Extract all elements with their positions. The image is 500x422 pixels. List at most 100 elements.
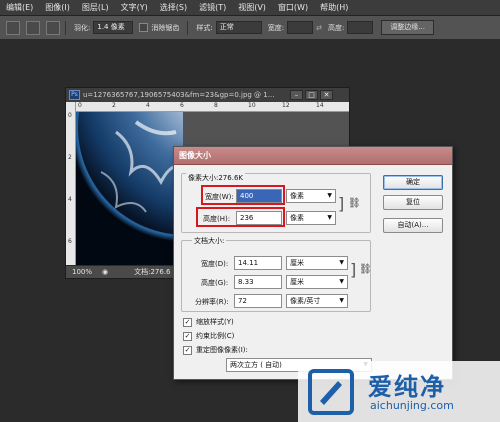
ok-button[interactable]: 确定 [383, 175, 443, 190]
resolution-input[interactable]: 72 [234, 294, 282, 308]
separator [187, 20, 189, 35]
ruler-tick-label: 6 [68, 238, 72, 245]
earth-image [76, 112, 183, 265]
style-select[interactable]: 正常 [215, 21, 262, 34]
separator [65, 20, 66, 35]
resolution-value: 72 [238, 297, 247, 305]
close-icon[interactable]: ✕ [320, 90, 333, 100]
resample-option[interactable]: ✓ 重定图像像素(I): [183, 345, 248, 355]
menu-view[interactable]: 视图(V) [232, 2, 272, 13]
height-unit-select[interactable]: 像素 ▼ [286, 211, 336, 225]
doc-width-unit-select[interactable]: 厘米 ▼ [286, 256, 348, 270]
link-icon: ⛓ [348, 198, 361, 209]
document-size-status: 文档:276.6 [134, 268, 171, 276]
menu-layer[interactable]: 图层(L) [76, 2, 115, 13]
chevron-down-icon: ▼ [327, 192, 332, 199]
link-bracket: ] [350, 260, 357, 279]
link-icon: ⛓ [359, 264, 372, 275]
ruler-tick-label: 0 [68, 112, 72, 119]
reset-button[interactable]: 复位 [383, 195, 443, 210]
doc-width-input[interactable]: 14.11 [234, 256, 282, 270]
menu-filter[interactable]: 滤镜(T) [193, 2, 232, 13]
maximize-icon[interactable]: □ [305, 90, 318, 100]
chevron-down-icon: ▼ [339, 297, 344, 304]
resample-checkbox[interactable]: ✓ [183, 345, 192, 355]
ruler-tick-label: 14 [316, 102, 324, 109]
document-title: u=1276365767,1906575403&fm=23&gp=0.jpg @… [83, 91, 275, 99]
watermark-brand-cn: 爱纯净 [368, 373, 446, 401]
intersect-selection-icon[interactable] [46, 20, 60, 35]
auto-button[interactable]: 自动(A)... [383, 218, 443, 233]
scale-styles-checkbox[interactable]: ✓ [183, 317, 192, 327]
constrain-proportions-option[interactable]: ✓ 约束比例(C) [183, 331, 234, 341]
feather-label: 羽化: [74, 23, 91, 32]
aichunjing-logo-icon [308, 369, 354, 415]
swap-icon[interactable]: ⇄ [316, 24, 322, 32]
style-label: 样式: [196, 23, 213, 32]
minimize-icon[interactable]: – [290, 90, 303, 100]
ruler-tick-label: 4 [68, 196, 72, 203]
zoom-level[interactable]: 100% [72, 268, 102, 276]
image-canvas[interactable] [76, 112, 183, 265]
constrain-proportions-checkbox[interactable]: ✓ [183, 331, 192, 341]
watermark-brand-url: aichunjing.com [370, 399, 454, 412]
doc-width-unit: 厘米 [290, 259, 304, 267]
antialias-label: 消除锯齿 [151, 23, 180, 32]
menu-window[interactable]: 窗口(W) [272, 2, 314, 13]
refine-edge-button[interactable]: 调整边缘... [381, 20, 434, 35]
width-unit: 像素 [290, 192, 304, 200]
ruler-tick-label: 4 [146, 102, 150, 109]
height-highlight-box [196, 207, 285, 227]
height-label: 高度: [327, 23, 345, 32]
link-bracket: ] [338, 194, 345, 213]
watermark: 爱纯净 aichunjing.com [298, 361, 500, 422]
resample-label: 重定图像像素(I): [196, 346, 248, 354]
ruler-tick-label: 8 [214, 102, 218, 109]
width-unit-select[interactable]: 像素 ▼ [286, 189, 336, 203]
chevron-down-icon: ▼ [339, 259, 344, 266]
width-input[interactable] [287, 21, 314, 34]
vertical-ruler: 0 2 4 6 [66, 102, 76, 265]
scale-styles-option[interactable]: ✓ 缩放样式(Y) [183, 317, 234, 327]
photoshop-icon: Ps [69, 90, 80, 100]
ruler-tick-label: 0 [78, 102, 82, 109]
menu-type[interactable]: 文字(Y) [115, 2, 154, 13]
new-selection-icon[interactable] [6, 20, 20, 35]
document-title-bar[interactable]: Ps u=1276365767,1906575403&fm=23&gp=0.jp… [66, 88, 349, 102]
menu-edit[interactable]: 编辑(E) [0, 2, 39, 13]
resolution-unit-select[interactable]: 像素/英寸 ▼ [286, 294, 348, 308]
horizontal-ruler: 0 2 4 6 8 10 12 14 [76, 102, 349, 112]
pixel-dimensions-label: 像素大小:276.6K [186, 173, 245, 183]
width-highlight-box [201, 185, 285, 205]
doc-height-unit-select[interactable]: 厘米 ▼ [286, 275, 348, 289]
resample-method: 两次立方 ( 自动) [230, 361, 282, 369]
ruler-tick-label: 2 [68, 154, 72, 161]
doc-height-input[interactable]: 8.33 [234, 275, 282, 289]
chevron-down-icon: ▼ [327, 214, 332, 221]
status-arrow-icon[interactable]: ◉ [102, 268, 108, 276]
height-input[interactable] [347, 21, 374, 34]
resolution-unit: 像素/英寸 [290, 297, 321, 305]
ruler-tick-label: 2 [112, 102, 116, 109]
add-selection-icon[interactable] [26, 20, 40, 35]
doc-height-value: 8.33 [238, 278, 254, 286]
menu-help[interactable]: 帮助(H) [314, 2, 354, 13]
ruler-tick-label: 10 [248, 102, 256, 109]
document-size-label: 文档大小: [192, 236, 227, 246]
antialias-checkbox[interactable] [139, 23, 149, 32]
resolution-label: 分辨率(R): [195, 298, 229, 306]
width-label: 宽度: [267, 23, 285, 32]
doc-height-label: 高度(G): [201, 279, 229, 287]
menu-select[interactable]: 选择(S) [154, 2, 193, 13]
dialog-title[interactable]: 图像大小 [174, 147, 452, 165]
doc-height-unit: 厘米 [290, 278, 304, 286]
feather-input[interactable]: 1.4 像素 [93, 21, 134, 34]
options-bar: 羽化: 1.4 像素 消除锯齿 样式: 正常 宽度: ⇄ 高度: 调整边缘... [0, 16, 500, 40]
height-unit: 像素 [290, 214, 304, 222]
constrain-proportions-label: 约束比例(C) [196, 332, 235, 340]
menu-bar: 编辑(E) 图像(I) 图层(L) 文字(Y) 选择(S) 滤镜(T) 视图(V… [0, 0, 500, 16]
scale-styles-label: 缩放样式(Y) [196, 318, 234, 326]
doc-width-label: 宽度(D): [201, 260, 229, 268]
menu-image[interactable]: 图像(I) [39, 2, 76, 13]
chevron-down-icon: ▼ [339, 278, 344, 285]
